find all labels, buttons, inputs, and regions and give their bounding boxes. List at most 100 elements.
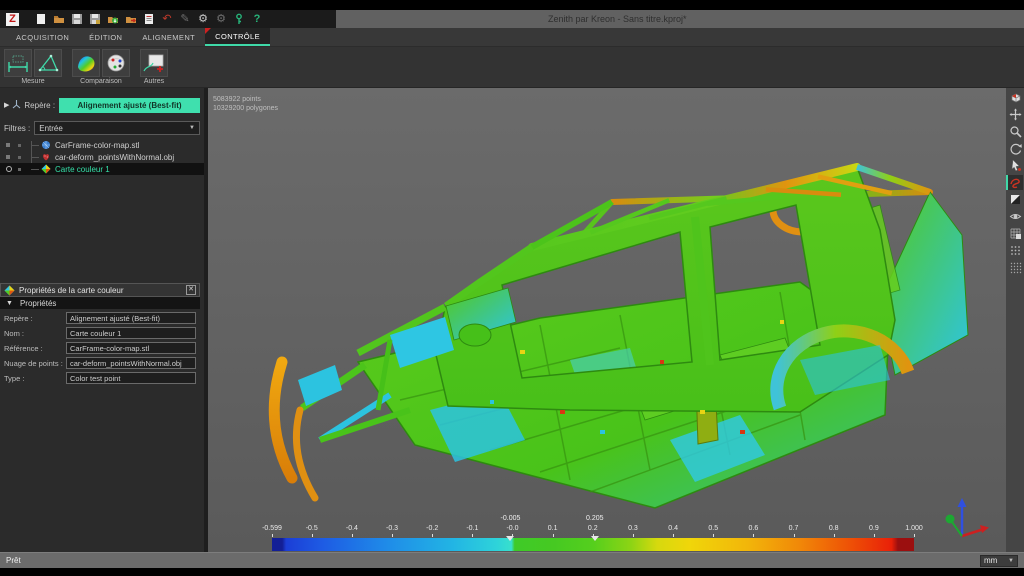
grid-overlay-icon[interactable] [1007,226,1023,241]
axis-triad [940,492,992,546]
colorbar-tick-mark [553,534,554,537]
field-nuage: Nuage de points : car-deform_pointsWithN… [4,357,196,369]
field-repere: Repère : Alignement ajusté (Best-fit) [4,312,196,324]
application-window: Z ↶ ✎ ⚙ ⚙ ? Zenith par Kreon - Sans titr… [0,0,1024,576]
save-as-icon[interactable] [89,13,101,25]
lock-toggle[interactable] [18,168,21,171]
viewport-3d[interactable]: 5083922 points 10329200 polygones [208,88,1006,552]
colorbar-tick-mark [834,534,835,537]
colorbar-tick-label: -0.4 [346,525,358,532]
visibility-icon[interactable] [1007,209,1023,224]
lock-toggle[interactable] [18,156,21,159]
nuage-field-value[interactable]: car-deform_pointsWithNormal.obj [66,357,196,369]
title-bar: Z ↶ ✎ ⚙ ⚙ ? Zenith par Kreon - Sans titr… [0,10,1024,28]
ribbon-group-label: Autres [140,78,168,85]
export-icon[interactable] [125,13,137,25]
colorbar-tick-label: 0.1 [548,525,558,532]
import-icon[interactable] [107,13,119,25]
lasso-selection-icon[interactable] [1007,175,1023,190]
settings-gear-icon[interactable]: ⚙ [197,13,209,25]
point-comparison-button[interactable] [102,49,130,77]
other-report-icon [142,52,166,74]
main-area: ▶ Repère : Alignement ajusté (Best-fit) … [0,88,1024,552]
help-icon[interactable]: ? [251,13,263,25]
properties-title: Propriétés de la carte couleur [19,286,186,295]
other-report-button[interactable] [140,49,168,77]
draw-line-icon[interactable]: ✎ [179,13,191,25]
colorbar-marker-value[interactable]: -0.005 [501,515,521,522]
repere-value[interactable]: Alignement ajusté (Best-fit) [59,98,200,113]
x-axis-arrow [980,525,989,533]
colorbar-marker-value[interactable]: 0.205 [586,515,604,522]
colorbar-tick-mark [794,534,795,537]
tree-item-pointcloud[interactable]: car-deform_pointsWithNormal.obj [0,151,204,163]
colorbar-tick-mark [713,534,714,537]
repere-field-value[interactable]: Alignement ajusté (Best-fit) [66,312,196,324]
colorbar-tick-label: 0.4 [668,525,678,532]
colorbar-tick-label: -0.599 [262,525,282,532]
view-cube-icon[interactable] [1007,90,1023,105]
license-key-icon[interactable] [233,13,245,25]
new-document-icon[interactable] [35,13,47,25]
tab-controle[interactable]: CONTRÔLE [205,28,270,46]
undo-icon[interactable]: ↶ [161,13,173,25]
tab-acquisition[interactable]: ACQUISITION [6,28,79,46]
colorbar-tick-label: -0.0 [506,525,518,532]
settings-gear-disabled-icon: ⚙ [215,13,227,25]
colorbar: -0.0050.205 -0.599-0.5-0.4-0.3-0.2-0.1-0… [272,515,914,551]
status-bar: Prêt mm ▼ [0,552,1024,568]
tree-item-carframe[interactable]: CarFrame-color-map.stl [0,139,204,151]
rotate-icon[interactable] [1007,141,1023,156]
save-icon[interactable] [71,13,83,25]
close-icon[interactable]: ✕ [186,285,196,295]
ribbon-toolbar: Mesure Comparaison Autres [0,47,1024,88]
colorbar-tick-mark [673,534,674,537]
car-model-3d[interactable] [240,110,980,530]
left-panel: ▶ Repère : Alignement ajusté (Best-fit) … [0,88,204,552]
units-dropdown[interactable]: mm ▼ [980,555,1018,567]
ribbon-group-autres: Autres [140,49,168,85]
visibility-toggle[interactable] [6,143,10,147]
radio-toggle[interactable] [6,166,12,172]
distance-measure-button[interactable] [4,49,32,77]
color-map-panel-icon [4,285,15,296]
colorbar-markers: -0.005 0.205 [272,515,914,524]
view-toolbar [1006,88,1024,552]
properties-section-header[interactable]: ▼ Propriétés [0,297,200,309]
open-folder-icon[interactable] [53,13,65,25]
chevron-down-icon: ▼ [1008,558,1014,564]
colorbar-tick-label: 0.6 [749,525,759,532]
nom-field-value[interactable]: Carte couleur 1 [66,327,196,339]
tree-item-colormap[interactable]: Carte couleur 1 [0,163,204,175]
point-cloud-icon [41,152,51,162]
point-grid-fine-icon[interactable] [1007,260,1023,275]
reference-field-value[interactable]: CarFrame-color-map.stl [66,342,196,354]
collapse-arrow-icon[interactable]: ▶ [4,101,9,109]
colorbar-marker-pointer[interactable] [506,536,514,541]
type-field-value[interactable]: Color test point [66,372,196,384]
shading-icon[interactable] [1007,192,1023,207]
filtres-dropdown[interactable]: Entrée ▼ [34,121,200,135]
visibility-toggle[interactable] [6,155,10,159]
point-grid-icon[interactable] [1007,243,1023,258]
zoom-icon[interactable] [1007,124,1023,139]
colorbar-tick-mark [874,534,875,537]
tab-alignement[interactable]: ALIGNEMENT [132,28,205,46]
pan-icon[interactable] [1007,107,1023,122]
section-collapse-icon: ▼ [6,300,13,307]
colorbar-tick-label: 0.9 [869,525,879,532]
properties-panel: Propriétés de la carte couleur ✕ ▼ Propr… [0,283,200,384]
report-icon[interactable] [143,13,155,25]
colorbar-tick-label: 0.3 [628,525,638,532]
colorbar-tick-mark [352,534,353,537]
lock-toggle[interactable] [18,144,21,147]
points-count: 5083922 points [213,95,278,104]
tab-edition[interactable]: ÉDITION [79,28,132,46]
ribbon-group-comparaison: Comparaison [72,49,130,85]
angle-measure-button[interactable] [34,49,62,77]
color-map-button[interactable] [72,49,100,77]
select-arrow-icon[interactable] [1007,158,1023,173]
colorbar-marker-pointer[interactable] [591,536,599,541]
colorbar-tick-mark [272,534,273,537]
colorbar-tick-mark [432,534,433,537]
